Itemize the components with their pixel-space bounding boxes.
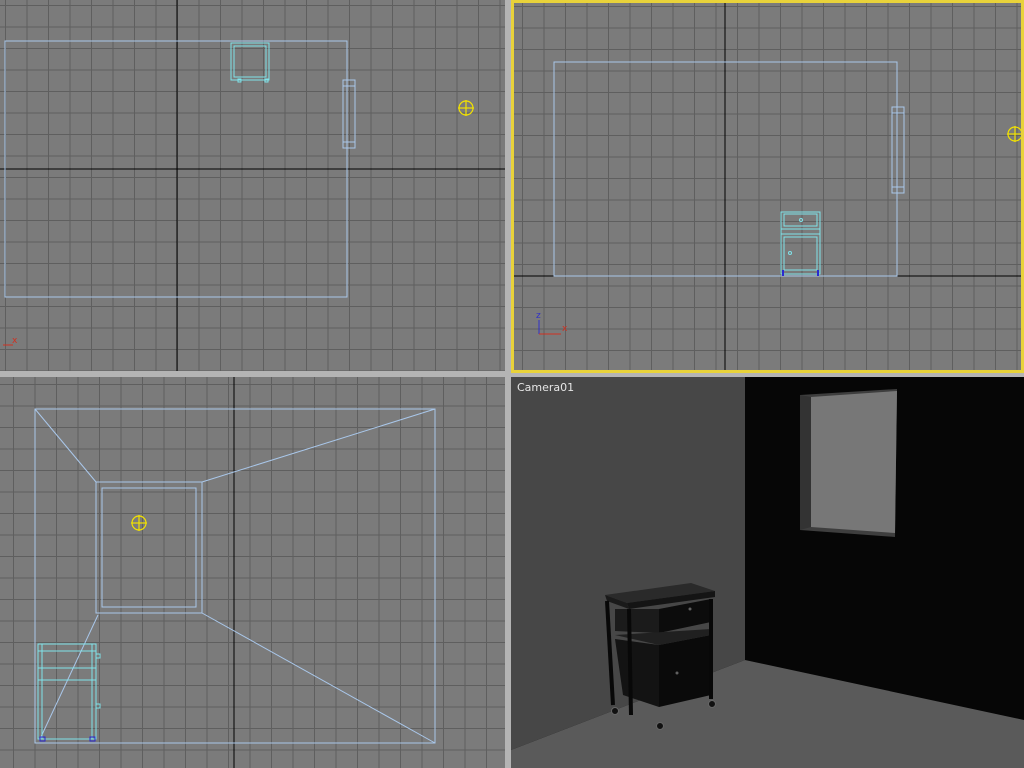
axis-z-label: z [536,311,541,321]
axis-x-label: x [562,324,568,334]
window-front-wire[interactable] [891,106,905,194]
front-viewport[interactable]: z x [511,0,1024,373]
top-viewport-scene: x [0,0,505,371]
left-viewport[interactable] [0,377,505,768]
camera-render [511,377,1024,768]
room-wireframe[interactable] [34,408,436,744]
nightstand-top-wire[interactable] [230,42,270,83]
light-icon[interactable] [458,100,474,116]
left-viewport-scene [34,377,436,768]
window-top-wire[interactable] [342,79,356,149]
axis-x-label: x [12,336,18,346]
light-icon[interactable] [131,515,147,531]
camera-label[interactable]: Camera01 [517,381,574,394]
top-viewport[interactable]: x [0,0,505,371]
axis-tripod-icon: z x [536,311,568,335]
front-viewport-scene: z x [511,0,1024,373]
camera-viewport[interactable]: Camera01 [511,377,1024,768]
nightstand-front-wire[interactable] [780,211,821,276]
window-render [800,389,897,537]
light-icon[interactable] [1007,126,1023,142]
nightstand-left-wire[interactable] [37,643,101,742]
axis-tripod-icon: x [3,336,18,346]
